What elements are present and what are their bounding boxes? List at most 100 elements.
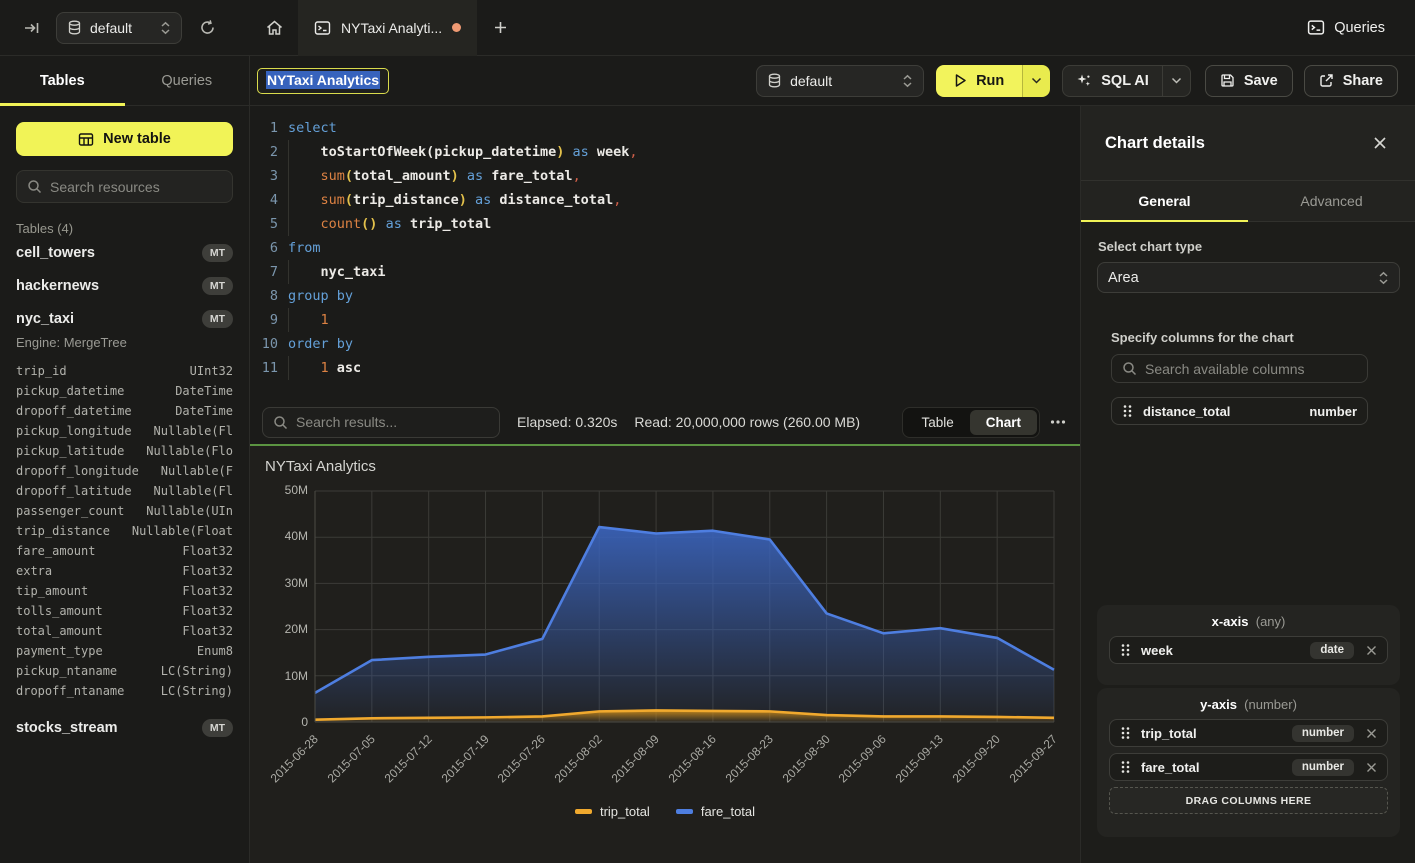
chart-type-select[interactable]: Area xyxy=(1097,262,1400,293)
search-icon xyxy=(27,179,42,194)
y-tick-label: 50M xyxy=(252,483,308,497)
table-column-row[interactable]: trip_idUInt32 xyxy=(16,361,233,381)
sql-editor[interactable]: 1select2 toStartOfWeek(pickup_datetime) … xyxy=(250,106,1080,400)
remove-icon[interactable] xyxy=(1366,762,1377,773)
indent-guide xyxy=(288,140,289,164)
run-button-group: Run xyxy=(936,65,1050,97)
column-name: pickup_latitude xyxy=(16,444,124,458)
column-chip[interactable]: fare_totalnumber xyxy=(1109,753,1388,781)
legend-label: trip_total xyxy=(600,804,650,819)
drop-zone[interactable]: DRAG COLUMNS HERE xyxy=(1109,787,1388,814)
table-list-item[interactable]: stocks_streamMT xyxy=(16,711,233,744)
code-line[interactable]: 8group by xyxy=(250,284,1080,308)
table-column-row[interactable]: pickup_longitudeNullable(Fl xyxy=(16,421,233,441)
results-search[interactable] xyxy=(262,407,500,438)
results-search-input[interactable] xyxy=(296,414,489,430)
table-column-row[interactable]: tip_amountFloat32 xyxy=(16,581,233,601)
tab-nytaxi-analytics[interactable]: NYTaxi Analyti... xyxy=(298,0,477,56)
drag-handle-icon[interactable] xyxy=(1120,725,1131,741)
top-bar: default NYTaxi Analyti... Queries xyxy=(0,0,1415,56)
run-options-button[interactable] xyxy=(1022,65,1050,97)
chart-type-label: Select chart type xyxy=(1098,239,1202,254)
column-name: pickup_ntaname xyxy=(16,664,117,678)
code-line[interactable]: 6from xyxy=(250,236,1080,260)
table-column-row[interactable]: payment_typeEnum8 xyxy=(16,641,233,661)
line-number: 8 xyxy=(250,284,278,308)
code-line[interactable]: 2 toStartOfWeek(pickup_datetime) as week… xyxy=(250,140,1080,164)
sql-ai-button[interactable]: SQL AI xyxy=(1063,66,1162,96)
table-column-row[interactable]: pickup_latitudeNullable(Flo xyxy=(16,441,233,461)
table-list-item[interactable]: hackernewsMT xyxy=(16,269,233,302)
code-line[interactable]: 4 sum(trip_distance) as distance_total, xyxy=(250,188,1080,212)
close-icon[interactable] xyxy=(1373,136,1387,150)
search-icon xyxy=(1122,361,1137,376)
column-chip[interactable]: trip_totalnumber xyxy=(1109,719,1388,747)
column-chip[interactable]: distance_totalnumber xyxy=(1111,397,1368,425)
sql-ai-options-button[interactable] xyxy=(1162,66,1190,96)
table-column-row[interactable]: pickup_ntanameLC(String) xyxy=(16,661,233,681)
code-line[interactable]: 10order by xyxy=(250,332,1080,356)
table-column-row[interactable]: extraFloat32 xyxy=(16,561,233,581)
remove-icon[interactable] xyxy=(1366,728,1377,739)
share-button[interactable]: Share xyxy=(1304,65,1398,97)
code-line[interactable]: 5 count() as trip_total xyxy=(250,212,1080,236)
database-selector[interactable]: default xyxy=(56,12,182,44)
toolbar-database-selector[interactable]: default xyxy=(756,65,924,97)
y-tick-label: 40M xyxy=(252,529,308,543)
code-line[interactable]: 3 sum(total_amount) as fare_total, xyxy=(250,164,1080,188)
sidebar-tabs: Tables Queries xyxy=(0,56,249,106)
table-column-row[interactable]: pickup_datetimeDateTime xyxy=(16,381,233,401)
columns-search[interactable] xyxy=(1111,354,1368,383)
table-column-row[interactable]: dropoff_latitudeNullable(Fl xyxy=(16,481,233,501)
sidebar-search[interactable] xyxy=(16,170,233,203)
more-options-icon[interactable] xyxy=(1050,419,1066,425)
new-tab-button[interactable] xyxy=(477,0,523,56)
query-title-input[interactable]: NYTaxi Analytics xyxy=(257,68,389,94)
run-button[interactable]: Run xyxy=(936,65,1022,97)
columns-search-input[interactable] xyxy=(1145,361,1357,377)
engine-badge: MT xyxy=(202,277,233,295)
drag-handle-icon[interactable] xyxy=(1120,642,1131,658)
home-tab[interactable] xyxy=(250,0,298,56)
column-type: Nullable(Fl xyxy=(154,424,233,438)
queries-button[interactable]: Queries xyxy=(1307,19,1385,36)
column-chip[interactable]: weekdate xyxy=(1109,636,1388,664)
refresh-icon[interactable] xyxy=(192,13,222,43)
table-column-row[interactable]: trip_distanceNullable(Float xyxy=(16,521,233,541)
drag-handle-icon[interactable] xyxy=(1120,759,1131,775)
sql-code: 1select2 toStartOfWeek(pickup_datetime) … xyxy=(250,116,1080,380)
sidebar-search-input[interactable] xyxy=(50,179,222,195)
panel-tabs: General Advanced xyxy=(1081,180,1415,222)
table-list-item[interactable]: nyc_taxiMT xyxy=(16,302,233,335)
table-column-row[interactable]: dropoff_longitudeNullable(F xyxy=(16,461,233,481)
code-line[interactable]: 9 1 xyxy=(250,308,1080,332)
legend-item[interactable]: fare_total xyxy=(676,804,755,819)
code-text: from xyxy=(288,236,321,260)
code-line[interactable]: 11 1 asc xyxy=(250,356,1080,380)
table-list-item[interactable]: cell_towersMT xyxy=(16,236,233,269)
code-line[interactable]: 1select xyxy=(250,116,1080,140)
save-button[interactable]: Save xyxy=(1205,65,1293,97)
code-line[interactable]: 7 nyc_taxi xyxy=(250,260,1080,284)
area-chart-plot[interactable] xyxy=(314,490,1056,724)
table-column-row[interactable]: passenger_countNullable(UIn xyxy=(16,501,233,521)
tab-tables-label: Tables xyxy=(40,73,85,89)
table-column-row[interactable]: tolls_amountFloat32 xyxy=(16,601,233,621)
table-column-row[interactable]: fare_amountFloat32 xyxy=(16,541,233,561)
drag-handle-icon[interactable] xyxy=(1122,403,1133,419)
tab-advanced[interactable]: Advanced xyxy=(1248,181,1415,221)
table-column-row[interactable]: total_amountFloat32 xyxy=(16,621,233,641)
tab-general[interactable]: General xyxy=(1081,181,1248,221)
sidebar-tab-queries[interactable]: Queries xyxy=(125,56,250,105)
chart-view-button[interactable]: Chart xyxy=(970,410,1037,435)
legend-item[interactable]: trip_total xyxy=(575,804,650,819)
sql-ai-label: SQL AI xyxy=(1101,73,1149,89)
collapse-sidebar-icon[interactable] xyxy=(16,13,46,43)
sidebar-tab-tables[interactable]: Tables xyxy=(0,56,125,105)
table-name: cell_towers xyxy=(16,245,95,261)
new-table-button[interactable]: New table xyxy=(16,122,233,156)
table-column-row[interactable]: dropoff_ntanameLC(String) xyxy=(16,681,233,701)
table-column-row[interactable]: dropoff_datetimeDateTime xyxy=(16,401,233,421)
remove-icon[interactable] xyxy=(1366,645,1377,656)
table-view-button[interactable]: Table xyxy=(905,410,969,435)
